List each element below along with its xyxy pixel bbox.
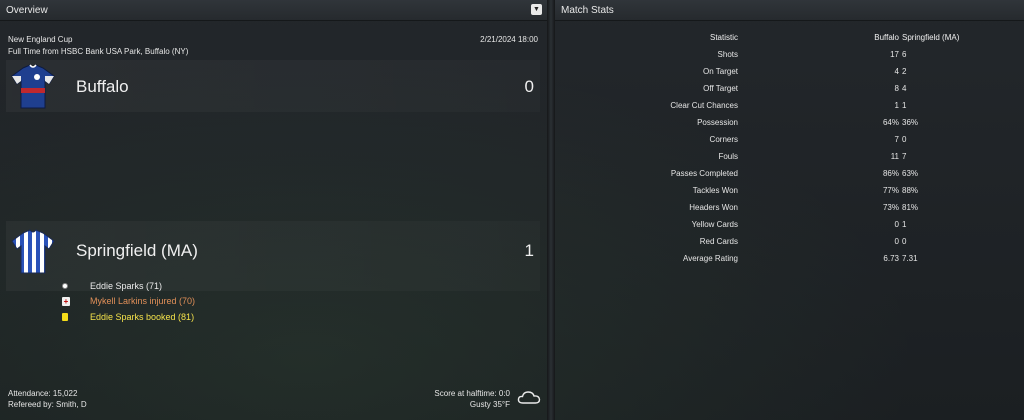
stat-name: Average Rating — [683, 254, 738, 263]
stat-home-value: 0 — [894, 220, 899, 229]
away-team-score: 1 — [524, 241, 534, 260]
stat-name: Shots — [717, 50, 738, 59]
stat-name: On Target — [703, 67, 738, 76]
stat-row: Red Cards 0 0 — [555, 233, 962, 250]
overview-panel: Overview ▼ New England Cup 2/21/2024 18:… — [0, 0, 547, 420]
stat-name: Passes Completed — [670, 169, 738, 178]
stat-name: Tackles Won — [692, 186, 738, 195]
stat-home-value: 11 — [890, 152, 899, 161]
event-injury-text: Mykell Larkins injured (70) — [90, 296, 196, 306]
stats-header-row: Statistic Buffalo Springfield (MA) — [555, 29, 962, 46]
stat-away-value: 4 — [902, 84, 907, 93]
away-team-row[interactable]: Springfield (MA) 1 — [6, 221, 540, 291]
match-stats-panel: Match Stats Statistic Buffalo Springfiel… — [555, 0, 1024, 420]
stat-home-value: 64% — [882, 118, 899, 127]
home-kit-icon — [11, 64, 55, 109]
stat-away-value: 2 — [902, 67, 907, 76]
stat-away-value: 0 — [902, 135, 907, 144]
match-datetime: 2/21/2024 18:00 — [480, 35, 538, 44]
stat-away-value: 88% — [902, 186, 919, 195]
stat-away-value: 36% — [902, 118, 919, 127]
away-column-header: Springfield (MA) — [902, 33, 960, 42]
stat-row: Passes Completed 86% 63% — [555, 165, 962, 182]
away-kit-icon — [11, 229, 55, 274]
home-team-row[interactable]: Buffalo 0 — [6, 60, 540, 112]
panel-divider[interactable] — [547, 0, 555, 420]
ball-icon — [62, 283, 68, 289]
stat-home-value: 8 — [894, 84, 899, 93]
stat-name: Headers Won — [689, 203, 738, 212]
injury-icon: + — [62, 297, 70, 306]
stat-row: Corners 7 0 — [555, 131, 962, 148]
stat-home-value: 1 — [894, 101, 899, 110]
stat-row: Headers Won 73% 81% — [555, 199, 962, 216]
stat-name: Clear Cut Chances — [670, 101, 738, 110]
stat-home-value: 86% — [882, 169, 899, 178]
stat-row: Off Target 8 4 — [555, 80, 962, 97]
overview-header: Overview ▼ — [0, 0, 547, 21]
home-team-score: 0 — [524, 77, 534, 96]
cloud-icon — [517, 391, 541, 404]
stat-row: Fouls 11 7 — [555, 148, 962, 165]
stat-row: Possession 64% 36% — [555, 114, 962, 131]
stat-row: Shots 17 6 — [555, 46, 962, 63]
referee: Refereed by: Smith, D — [8, 400, 87, 409]
stat-home-value: 77% — [882, 186, 899, 195]
stat-row: On Target 4 2 — [555, 63, 962, 80]
weather-text: Gusty 35°F — [469, 400, 510, 409]
stat-away-value: 6 — [902, 50, 907, 59]
stats-table: Statistic Buffalo Springfield (MA) Shots… — [555, 29, 962, 267]
stat-name: Red Cards — [699, 237, 738, 246]
stat-away-value: 81% — [902, 203, 919, 212]
stat-home-value: 6.73 — [883, 254, 899, 263]
stat-row: Yellow Cards 0 1 — [555, 216, 962, 233]
stat-away-value: 1 — [902, 101, 907, 110]
event-booking-text: Eddie Sparks booked (81) — [90, 312, 195, 322]
stat-row: Clear Cut Chances 1 1 — [555, 97, 962, 114]
halftime-score: Score at halftime: 0:0 — [434, 389, 510, 398]
stat-home-value: 73% — [882, 203, 899, 212]
stat-name: Possession — [697, 118, 738, 127]
stat-name: Fouls — [718, 152, 738, 161]
match-screen: Overview ▼ New England Cup 2/21/2024 18:… — [0, 0, 1024, 420]
stat-away-value: 7 — [902, 152, 907, 161]
away-team-name[interactable]: Springfield (MA) — [76, 241, 198, 261]
stat-home-value: 7 — [894, 135, 899, 144]
match-stats-header: Match Stats — [555, 0, 1024, 21]
stat-away-value: 63% — [902, 169, 919, 178]
event-goal-text: Eddie Sparks (71) — [90, 281, 163, 291]
match-venue: Full Time from HSBC Bank USA Park, Buffa… — [8, 47, 189, 56]
home-column-header: Buffalo — [874, 33, 899, 42]
chevron-down-icon[interactable]: ▼ — [531, 4, 542, 15]
stat-away-value: 1 — [902, 220, 907, 229]
stat-name: Yellow Cards — [691, 220, 738, 229]
stat-name: Off Target — [703, 84, 738, 93]
stat-row: Tackles Won 77% 88% — [555, 182, 962, 199]
competition-name: New England Cup — [8, 35, 73, 44]
stat-home-value: 0 — [894, 237, 899, 246]
stat-home-value: 17 — [890, 50, 899, 59]
stat-away-value: 0 — [902, 237, 907, 246]
stat-name: Corners — [709, 135, 738, 144]
match-stats-title: Match Stats — [561, 5, 614, 16]
stat-row: Average Rating 6.73 7.31 — [555, 250, 962, 267]
attendance: Attendance: 15,022 — [8, 389, 78, 398]
yellow-card-icon — [62, 313, 68, 321]
stat-away-value: 7.31 — [902, 254, 918, 263]
stat-home-value: 4 — [894, 67, 899, 76]
overview-title: Overview — [6, 5, 48, 16]
home-team-name[interactable]: Buffalo — [76, 77, 129, 97]
stat-column-header: Statistic — [709, 33, 738, 42]
